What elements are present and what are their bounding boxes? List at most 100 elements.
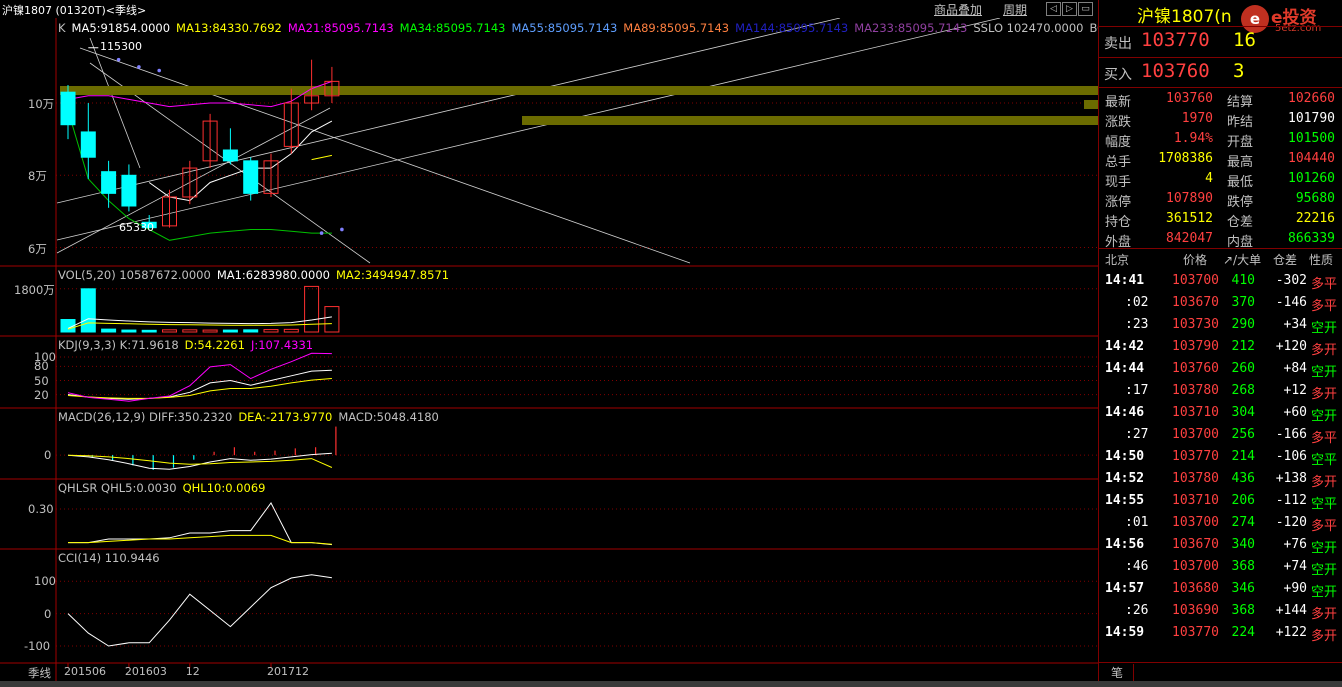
ask-qty: 16	[1233, 29, 1256, 51]
tick-row: 14:55 103710 206 -112 空平	[1099, 490, 1342, 512]
tick-nature: 空开	[1310, 321, 1337, 336]
tick-volume: 274	[1231, 515, 1255, 530]
ma13-line	[311, 154, 333, 161]
stat-row: 持仓 361512 仓差 22216	[1099, 209, 1342, 230]
volume-bar	[202, 329, 218, 333]
stat-value: 842047	[1166, 231, 1213, 246]
vol-ma2-line	[67, 322, 332, 330]
bid-price: 103760	[1141, 60, 1210, 82]
stat-value: 101790	[1288, 111, 1335, 126]
stat-value: 95680	[1295, 191, 1335, 206]
tick-time: :46	[1125, 559, 1149, 574]
stat-value: 4	[1205, 171, 1213, 186]
tick-volume: 340	[1231, 537, 1255, 552]
y-axis-label: 6万	[28, 241, 47, 256]
tick-row: 14:44 103760 260 +84 空开	[1099, 358, 1342, 380]
volume-bar	[121, 329, 137, 333]
ma-legend-item: MA13:84330.7692	[176, 21, 282, 35]
high-annotation: 115300	[100, 39, 142, 53]
ma-legend-item: SSLO 102470.0000	[973, 21, 1084, 35]
tick-row: 14:59 103770 224 +122 多开	[1099, 622, 1342, 644]
tick-price: 103670	[1172, 295, 1219, 310]
stat-value: 1708386	[1158, 151, 1213, 166]
stat-value: 1970	[1181, 111, 1213, 126]
sar-dot	[137, 65, 141, 69]
tick-volume: 260	[1231, 361, 1255, 376]
trend-line	[56, 18, 1001, 241]
tick-nature: 多平	[1310, 277, 1337, 292]
resistance-band	[522, 116, 1098, 125]
kdj-legend-item: D:54.2261	[184, 338, 245, 352]
stat-value: 866339	[1288, 231, 1335, 246]
y-axis-label: 80	[34, 359, 49, 374]
volume-bar	[263, 329, 279, 333]
volume-bar	[80, 288, 96, 333]
tick-oi-diff: +122	[1275, 625, 1307, 640]
tick-oi-diff: +84	[1283, 361, 1307, 376]
tick-nature: 空开	[1310, 409, 1337, 424]
bid-row: 买入 103760 3	[1104, 60, 1245, 83]
qhlsr-legend-item: QHLSR QHL5:0.0030	[58, 481, 177, 495]
tick-row: 14:56 103670 340 +76 空开	[1099, 534, 1342, 556]
scroll-left-icon[interactable]: ◁	[1046, 2, 1061, 16]
stat-row: 幅度 1.94% 开盘 101500	[1099, 129, 1342, 150]
ma-legend-item: MA55:85095.7143	[511, 21, 618, 35]
ma-legend-item: MA21:85095.7143	[287, 21, 394, 35]
tick-price: 103670	[1172, 537, 1219, 552]
stat-label: 持仓	[1105, 215, 1132, 230]
tick-oi-diff: -112	[1275, 493, 1307, 508]
scroll-right-icon[interactable]: ▷	[1062, 2, 1077, 16]
tick-time: 14:55	[1105, 493, 1145, 508]
period-button[interactable]: 周期	[1003, 1, 1027, 18]
tick-price: 103700	[1172, 427, 1219, 442]
vol-legend-item: MA1:6283980.0000	[216, 268, 330, 282]
tick-time: :23	[1125, 317, 1149, 332]
tab-trades[interactable]: 笔	[1111, 664, 1135, 681]
stat-label: 幅度	[1105, 135, 1132, 150]
tick-price: 103680	[1172, 581, 1219, 596]
tick-volume: 304	[1231, 405, 1255, 420]
tick-row: :26 103690 368 +144 多开	[1099, 600, 1342, 622]
restore-icon[interactable]: ▭	[1078, 2, 1093, 16]
stat-value: 1.94%	[1173, 131, 1213, 146]
macd-legend-item: MACD(26,12,9) DIFF:350.2320	[58, 410, 233, 424]
tick-row: 14:57 103680 346 +90 空开	[1099, 578, 1342, 600]
stat-row: 最新 103760 结算 102660	[1099, 89, 1342, 110]
candle-body	[243, 160, 259, 194]
tick-oi-diff: +90	[1283, 581, 1307, 596]
ma-legend-item: MA5:91854.0000	[71, 21, 171, 35]
resistance-band	[60, 86, 1098, 95]
stat-label: 昨结	[1227, 115, 1254, 130]
stat-value: 101260	[1288, 171, 1335, 186]
stat-value: 104440	[1288, 151, 1335, 166]
low-annotation: 65330	[119, 221, 154, 235]
period-label: 季线	[28, 666, 51, 680]
tick-price: 103790	[1172, 339, 1219, 354]
volume-bar	[101, 328, 117, 333]
tick-row: :01 103700 274 -120 多平	[1099, 512, 1342, 534]
tick-row: :23 103730 290 +34 空开	[1099, 314, 1342, 336]
qhlsr-legend-item: QHL10:0.0069	[182, 481, 266, 495]
stat-label: 现手	[1105, 175, 1132, 190]
status-bar	[0, 681, 1342, 687]
y-axis-label: 0.30	[28, 502, 54, 516]
stat-label: 总手	[1105, 155, 1132, 170]
candle-body	[222, 149, 238, 162]
vol-legend-item: VOL(5,20) 10587672.0000	[58, 268, 211, 282]
ask-price: 103770	[1141, 29, 1210, 51]
tick-oi-diff: -146	[1275, 295, 1307, 310]
tick-row: 14:41 103700 410 -302 多平	[1099, 270, 1342, 292]
tick-time: :17	[1125, 383, 1149, 398]
tick-price: 103780	[1172, 471, 1219, 486]
volume-bar	[222, 329, 238, 333]
tick-time: :26	[1125, 603, 1149, 618]
chart-titlebar: 沪镍1807 (01320T)<季线> 商品叠加 周期 ◁ ▷ ▭	[0, 0, 1098, 18]
y-axis-label: 10万	[28, 97, 55, 112]
stat-value: 102660	[1288, 91, 1335, 106]
tick-row: :02 103670 370 -146 多平	[1099, 292, 1342, 314]
overlay-commodity-button[interactable]: 商品叠加	[934, 1, 982, 18]
tick-time: 14:50	[1105, 449, 1145, 464]
quote-panel: 沪镍1807(n e e投资 5etz.com 卖出 103770 16 买入 …	[1098, 0, 1342, 687]
ma-legend-item: K	[58, 21, 66, 35]
ma-legend-item: MA89:85095.7143	[623, 21, 730, 35]
